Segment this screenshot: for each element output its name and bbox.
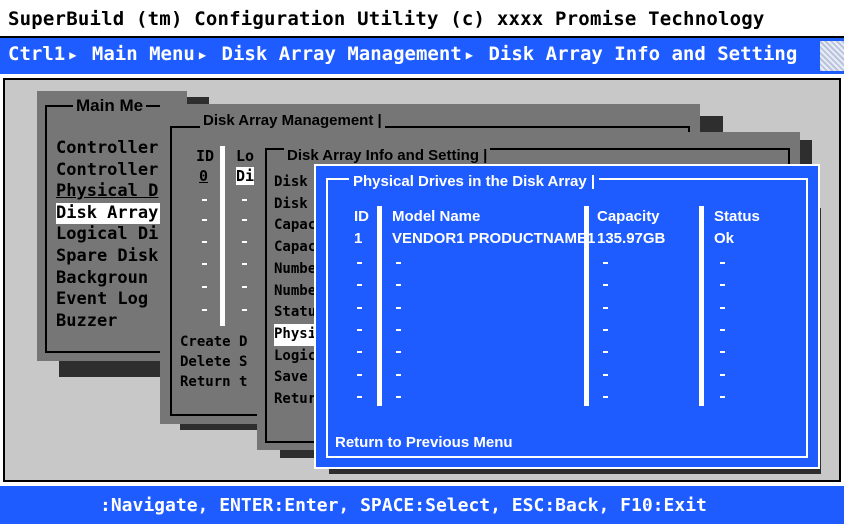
empty-cell-dash: [396, 307, 401, 309]
empty-cell-dash: [396, 329, 401, 331]
empty-cell-dash: [396, 284, 401, 286]
main-menu-item[interactable]: Event Log: [56, 289, 166, 311]
main-menu-item[interactable]: Physical D: [56, 181, 166, 203]
create-array-item[interactable]: Create D: [180, 332, 247, 352]
breadcrumb-item-disk-array-management: Disk Array Management: [221, 43, 462, 65]
empty-cell-dash: [396, 374, 401, 376]
empty-cell-dash: [720, 374, 725, 376]
pd-cell-capacity: 135.97GB: [597, 230, 666, 247]
main-menu-item[interactable]: Controller: [56, 138, 166, 160]
main-menu-item[interactable]: Buzzer: [56, 311, 166, 333]
main-menu-list: Controller Controller Physical D Disk Ar…: [56, 138, 166, 332]
key-help-text: :Navigate, ENTER:Enter, SPACE:Select, ES…: [100, 495, 707, 516]
empty-cell-dash: [720, 284, 725, 286]
pd-cell-model: VENDOR1 PRODUCTNAME1: [392, 230, 596, 247]
main-menu-item[interactable]: Controller: [56, 160, 166, 182]
empty-cell-dash: [720, 329, 725, 331]
dam-actions: Create D Delete S Return t: [180, 332, 247, 392]
empty-cell-dash: [720, 262, 725, 264]
empty-cell-dash: [357, 307, 362, 309]
pd-cell-status: Ok: [714, 230, 735, 247]
empty-cell-dash: [720, 396, 725, 398]
triangle-right-icon: ▶: [198, 47, 207, 62]
empty-cell-dash: [603, 307, 608, 309]
title-bar: SuperBuild (tm) Configuration Utility (c…: [0, 0, 844, 38]
empty-cell-dash: [720, 307, 725, 309]
pd-title: Physical Drives in the Disk Array |: [349, 173, 600, 190]
empty-cell-dash: [603, 351, 608, 353]
breadcrumb-item-main-menu: Main Menu: [91, 43, 195, 65]
empty-cell-dash: [603, 396, 608, 398]
breadcrumb-item-disk-array-info: Disk Array Info and Setting: [488, 43, 798, 65]
status-bar: :Navigate, ENTER:Enter, SPACE:Select, ES…: [0, 486, 844, 524]
empty-cell-dash: [357, 396, 362, 398]
breadcrumb: Ctrl1 ▶ Main Menu ▶ Disk Array Management…: [0, 38, 844, 74]
empty-cell-dash: [357, 351, 362, 353]
bios-screen: SuperBuild (tm) Configuration Utility (c…: [0, 0, 844, 524]
empty-cell-dash: [720, 351, 725, 353]
main-menu-item[interactable]: Logical Di: [56, 224, 166, 246]
dam-row-id[interactable]: 0: [199, 167, 208, 185]
dais-title: Disk Array Info and Setting |: [284, 147, 491, 164]
main-menu-title: Main Me: [73, 96, 147, 116]
pd-header-capacity: Capacity: [597, 208, 660, 225]
empty-cell-dash: [357, 262, 362, 264]
pd-header-status: Status: [714, 208, 760, 225]
empty-cell-dash: [603, 329, 608, 331]
main-menu-item-selected[interactable]: Disk Array: [56, 202, 166, 225]
empty-cell-dash: [357, 284, 362, 286]
scroll-hatch: [820, 41, 844, 71]
empty-cell-dash: [603, 284, 608, 286]
dam-row-lo[interactable]: Di: [236, 167, 255, 185]
delete-array-item[interactable]: Delete S: [180, 352, 247, 372]
dam-col-lo: Lo: [236, 147, 255, 165]
empty-cell-dash: [396, 262, 401, 264]
pd-header-model: Model Name: [392, 208, 481, 225]
pd-column-divider: [377, 206, 382, 406]
empty-cell-dash: [357, 329, 362, 331]
main-menu-item[interactable]: Backgroun: [56, 268, 166, 290]
pd-cell-id: 1: [354, 230, 363, 247]
breadcrumb-item-ctrl1: Ctrl1: [8, 43, 66, 65]
dam-title: Disk Array Management |: [200, 112, 385, 129]
return-item[interactable]: Return t: [180, 372, 247, 392]
empty-cell-dash: [603, 262, 608, 264]
app-title: SuperBuild (tm) Configuration Utility (c…: [8, 8, 765, 30]
return-previous-menu-button[interactable]: Return to Previous Menu: [335, 434, 513, 451]
empty-cell-dash: [396, 396, 401, 398]
main-menu-item[interactable]: Spare Disk: [56, 246, 166, 268]
empty-cell-dash: [357, 374, 362, 376]
pd-column-divider: [699, 206, 704, 406]
triangle-right-icon: ▶: [465, 47, 473, 62]
empty-cell-dash: [396, 351, 401, 353]
triangle-right-icon: ▶: [69, 47, 77, 62]
dam-column-divider: [220, 146, 225, 326]
empty-cell-dash: [603, 374, 608, 376]
pd-header-id: ID: [354, 208, 369, 225]
dam-col-id: ID: [196, 147, 215, 165]
